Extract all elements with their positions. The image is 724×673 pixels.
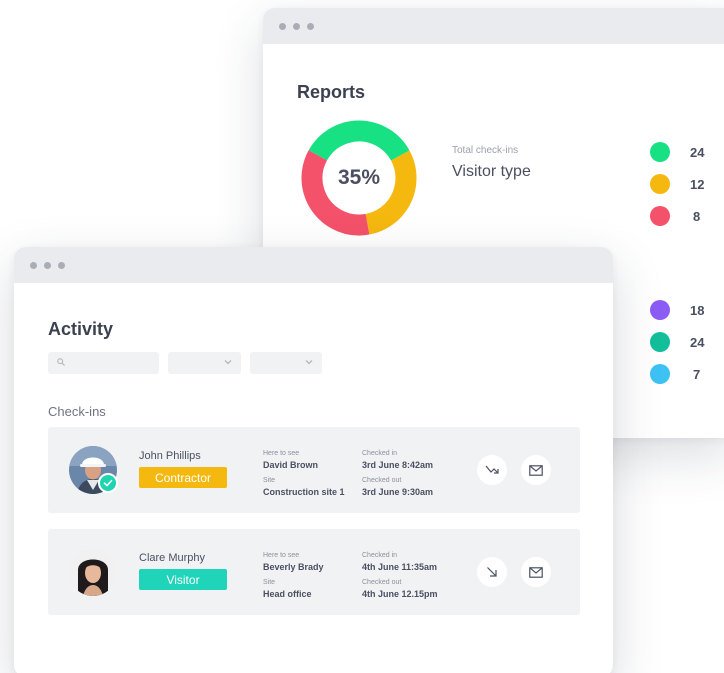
checked-in-label: Checked in: [362, 552, 398, 559]
window-control-dot[interactable]: [293, 22, 300, 30]
checkin-row[interactable]: John Phillips Contractor Here to see Dav…: [48, 427, 580, 513]
activity-window-titlebar: [14, 247, 613, 283]
checked-out-value: 3rd June 9:30am: [362, 487, 434, 497]
window-control-dot[interactable]: [30, 261, 37, 269]
chevron-down-icon: [224, 360, 232, 365]
legend-dot-green: [650, 142, 670, 162]
reports-title: Reports: [297, 82, 366, 102]
chevron-down-icon: [305, 360, 313, 365]
arrow-up-right-icon: [485, 465, 499, 474]
legend-dot-yellow: [650, 174, 670, 194]
legend-item: 7: [650, 364, 700, 384]
verified-check-icon: [98, 473, 118, 493]
legend-value: 12: [690, 176, 705, 192]
site-value: Construction site 1: [263, 487, 345, 497]
visitor-type-title: Visitor type: [452, 163, 531, 180]
checked-in-value: 4th June 11:35am: [362, 562, 438, 572]
checkin-row[interactable]: Clare Murphy Visitor Here to see Beverly…: [48, 529, 580, 615]
checked-in-value: 3rd June 8:42am: [362, 460, 434, 470]
legend-dot-red: [650, 206, 670, 226]
donut-percent-label: 35%: [337, 166, 381, 189]
site-value: Head office: [263, 589, 312, 599]
here-to-see-value: David Brown: [263, 460, 319, 470]
checked-out-label: Checked out: [362, 579, 402, 586]
email-button[interactable]: [521, 557, 551, 587]
legend-value: 7: [693, 366, 701, 382]
site-label: Site: [263, 477, 276, 484]
window-control-dot[interactable]: [279, 22, 286, 30]
here-to-see-label: Here to see: [263, 450, 300, 457]
filter-dropdown[interactable]: [250, 352, 322, 374]
arrow-down-right-icon: [487, 567, 497, 577]
avatar: [69, 548, 117, 596]
checked-in-label: Checked in: [362, 450, 398, 457]
activity-title: Activity: [48, 319, 114, 339]
legend-item: 12: [650, 174, 704, 194]
checked-out-label: Checked out: [362, 477, 402, 484]
here-to-see-value: Beverly Brady: [263, 562, 324, 572]
checkin-arrow-button[interactable]: [477, 455, 507, 485]
legend-dot-teal: [650, 332, 670, 352]
window-control-dot[interactable]: [307, 22, 314, 30]
legend-item: 24: [650, 142, 704, 162]
legend-item: 24: [650, 332, 704, 352]
search-icon: [57, 358, 65, 366]
total-checkins-label: Total check-ins: [452, 145, 519, 156]
mail-icon: [529, 566, 543, 578]
legend-value: 24: [690, 334, 705, 350]
legend-dot-blue: [650, 364, 670, 384]
visitor-name: Clare Murphy: [139, 552, 206, 564]
window-control-dot[interactable]: [44, 261, 51, 269]
legend-value: 8: [693, 208, 701, 224]
mail-icon: [529, 464, 543, 476]
activity-window: Activity Check-ins John Phillips Contrac…: [14, 247, 613, 673]
legend-item: 8: [650, 206, 700, 226]
legend-dot-purple: [650, 300, 670, 320]
search-input[interactable]: [48, 352, 159, 374]
checked-out-value: 4th June 12.15pm: [362, 589, 438, 599]
reports-window-titlebar: [263, 8, 724, 44]
window-control-dot[interactable]: [58, 261, 65, 269]
email-button[interactable]: [521, 455, 551, 485]
checkout-arrow-button[interactable]: [477, 557, 507, 587]
filter-dropdown[interactable]: [168, 352, 241, 374]
visitor-type-badge: Visitor: [139, 569, 227, 590]
here-to-see-label: Here to see: [263, 552, 300, 559]
checkins-section-label: Check-ins: [48, 404, 106, 419]
visitor-name: John Phillips: [139, 450, 201, 462]
legend-item: 18: [650, 300, 704, 320]
legend-value: 18: [690, 302, 705, 318]
legend-value: 24: [690, 144, 705, 160]
visitor-type-badge: Contractor: [139, 467, 227, 488]
site-label: Site: [263, 579, 276, 586]
